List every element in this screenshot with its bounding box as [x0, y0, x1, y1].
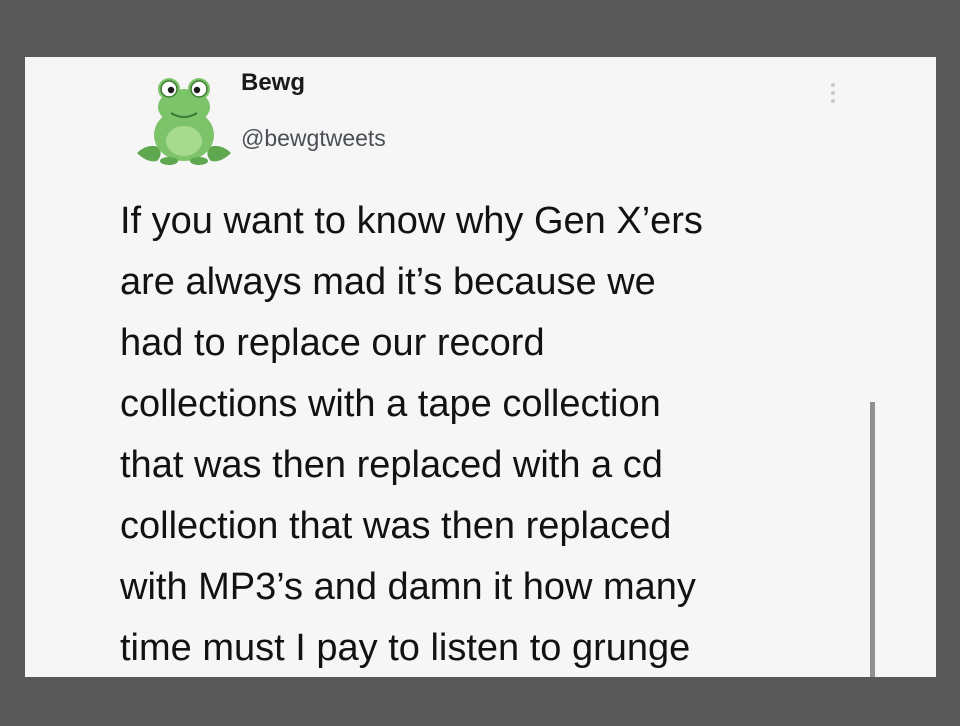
tweet-text-line: had to replace our record	[120, 322, 545, 364]
more-vertical-icon[interactable]	[828, 83, 838, 109]
tweet-text-line: If you want to know why Gen X’ers	[120, 200, 703, 242]
author-avatar[interactable]	[129, 67, 239, 177]
author-name[interactable]: Bewg	[241, 71, 305, 95]
scrollbar[interactable]	[870, 402, 875, 677]
tweet-text-line: with MP3’s and damn it how many	[120, 566, 696, 608]
frog-icon	[137, 78, 231, 165]
tweet-text-line: collection that was then replaced	[120, 505, 672, 547]
tweet-text-line: are always mad it’s because we	[120, 261, 656, 303]
tweet-text: If you want to know why Gen X’ers are al…	[120, 191, 880, 679]
tweet-text-line: collections with a tape collection	[120, 383, 661, 425]
author-handle[interactable]: @bewgtweets	[241, 127, 386, 150]
tweet-text-line: time must I pay to listen to grunge	[120, 627, 691, 669]
tweet-card: Bewg @bewgtweets If you want to know why…	[25, 57, 936, 677]
tweet-text-line: that was then replaced with a cd	[120, 444, 663, 486]
